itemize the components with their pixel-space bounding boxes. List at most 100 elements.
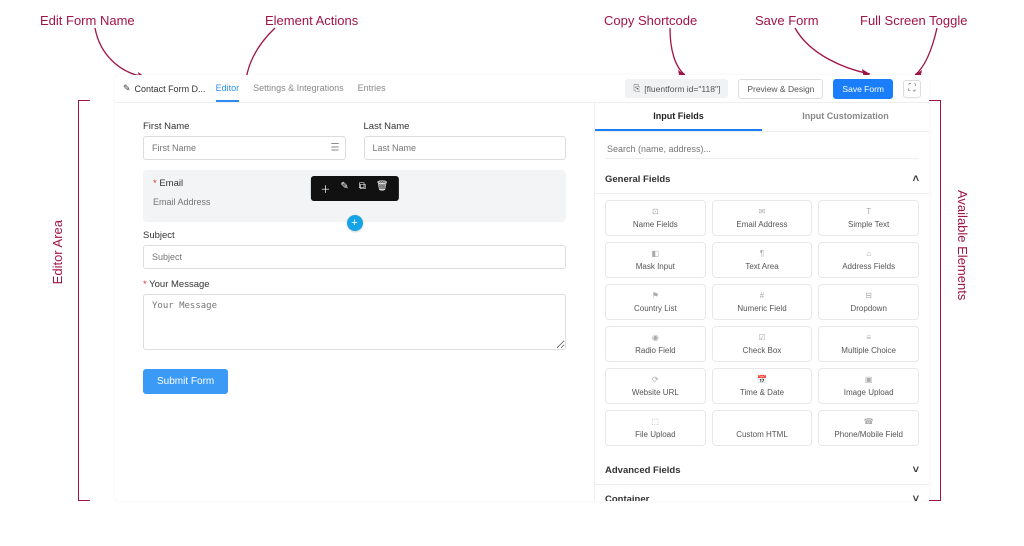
section-label: Advanced Fields (605, 465, 681, 476)
tile-label: Image Upload (821, 388, 916, 397)
topbar: ✎ Contact Form D... Editor Settings & In… (115, 75, 929, 103)
annot-save-form: Save Form (755, 13, 819, 28)
tile-icon: ◧ (608, 249, 703, 259)
field-first-name[interactable]: First Name ☰ (143, 121, 346, 160)
tile-name-fields[interactable]: ⊡Name Fields (605, 200, 706, 236)
annot-copy-shortcode: Copy Shortcode (604, 13, 697, 28)
subject-input[interactable] (143, 245, 566, 269)
tile-icon: ⬚ (608, 417, 703, 427)
message-textarea[interactable] (143, 294, 566, 350)
field-subject[interactable]: Subject (143, 230, 566, 269)
form-name[interactable]: ✎ Contact Form D... (123, 83, 206, 94)
tab-editor[interactable]: Editor (216, 76, 240, 102)
section-container[interactable]: Container ˅ (595, 485, 929, 501)
tile-icon: ☎ (821, 417, 916, 427)
tile-icon: ≡ (821, 333, 916, 343)
tile-dropdown[interactable]: ⊟Dropdown (818, 284, 919, 320)
element-actions-toolbar: ＋ ✎ ⧉ 🗑 (310, 176, 398, 201)
contact-icon: ☰ (331, 143, 340, 154)
tile-icon: ¶ (715, 249, 810, 259)
annot-line (929, 100, 941, 101)
tile-label: Custom HTML (715, 430, 810, 439)
duplicate-icon[interactable]: ⧉ (359, 181, 366, 196)
submit-button[interactable]: Submit Form (143, 369, 228, 394)
sidebar: Input Fields Input Customization General… (594, 103, 929, 501)
annot-line (78, 100, 79, 500)
tile-radio-field[interactable]: ◉Radio Field (605, 326, 706, 362)
fullscreen-toggle[interactable]: ⛶ (903, 80, 921, 98)
tile-label: Mask Input (608, 262, 703, 271)
header-tabs: Editor Settings & Integrations Entries (216, 76, 386, 102)
tile-numeric-field[interactable]: #Numeric Field (712, 284, 813, 320)
add-element-button[interactable]: + (347, 215, 363, 231)
tile-text-area[interactable]: ¶ Text Area (712, 242, 813, 278)
preview-button[interactable]: Preview & Design (738, 79, 823, 99)
annot-line (78, 100, 90, 101)
section-label: Container (605, 494, 649, 502)
tile-file-upload[interactable]: ⬚ File Upload (605, 410, 706, 446)
field-email-selected[interactable]: Email ＋ ✎ ⧉ 🗑 + (143, 170, 566, 222)
save-button[interactable]: Save Form (833, 79, 893, 99)
section-advanced[interactable]: Advanced Fields ˅ (595, 456, 929, 485)
tile-icon: ⊡ (608, 207, 703, 217)
tile-email-address[interactable]: ✉Email Address (712, 200, 813, 236)
tile-check-box[interactable]: ☑ Check Box (712, 326, 813, 362)
sidebar-tab-input-fields[interactable]: Input Fields (595, 103, 762, 131)
field-last-name[interactable]: Last Name (364, 121, 567, 160)
tile-address-fields[interactable]: ⌂ Address Fields (818, 242, 919, 278)
edit-icon[interactable]: ✎ (340, 181, 348, 196)
annot-element-actions: Element Actions (265, 13, 358, 28)
annot-line (78, 500, 90, 501)
tiles-grid: ⊡Name Fields✉Email Address T Simple Text ◧ M… (595, 194, 929, 456)
add-icon[interactable]: ＋ (320, 181, 330, 196)
tile-country-list[interactable]: ⚑Country List (605, 284, 706, 320)
app-window: ✎ Contact Form D... Editor Settings & In… (115, 75, 929, 501)
tile-icon: T (821, 207, 916, 217)
sidebar-tab-customization[interactable]: Input Customization (762, 103, 929, 131)
tile-label: File Upload (608, 430, 703, 439)
tile-icon: ⊟ (821, 291, 916, 301)
tile-simple-text[interactable]: T Simple Text (818, 200, 919, 236)
tile-icon: ⌂ (821, 249, 916, 259)
tile-mask-input[interactable]: ◧ Mask Input (605, 242, 706, 278)
tile-label: Website URL (608, 388, 703, 397)
tab-settings[interactable]: Settings & Integrations (253, 76, 344, 102)
form-name-text: Contact Form D... (135, 84, 206, 94)
tile-label: Simple Text (821, 220, 916, 229)
tile-image-upload[interactable]: ▣ Image Upload (818, 368, 919, 404)
delete-icon[interactable]: 🗑 (376, 181, 389, 196)
tile-label: Check Box (715, 346, 810, 355)
tile-icon (715, 417, 810, 427)
tile-website-url[interactable]: ⟳ Website URL (605, 368, 706, 404)
tile-icon: 📅 (715, 375, 810, 385)
first-name-input[interactable] (143, 136, 346, 160)
tile-phone-mobile-field[interactable]: ☎ Phone/Mobile Field (818, 410, 919, 446)
tile-label: Time & Date (715, 388, 810, 397)
tab-entries[interactable]: Entries (358, 76, 386, 102)
tile-custom-html[interactable]: Custom HTML (712, 410, 813, 446)
shortcode-chip[interactable]: ⎘ [fluentform id="118"] (625, 79, 728, 98)
tile-icon: ▣ (821, 375, 916, 385)
search-input[interactable] (605, 140, 919, 159)
tile-multiple-choice[interactable]: ≡Multiple Choice (818, 326, 919, 362)
section-general[interactable]: General Fields ˄ (595, 165, 929, 194)
tile-label: Text Area (715, 262, 810, 271)
copy-icon: ⎘ (633, 83, 640, 94)
annot-fullscreen: Full Screen Toggle (860, 13, 967, 28)
last-name-input[interactable] (364, 136, 567, 160)
tile-label: Phone/Mobile Field (821, 430, 916, 439)
tile-icon: ⟳ (608, 375, 703, 385)
editor-area[interactable]: First Name ☰ Last Name Email ＋ ✎ ⧉ (115, 103, 594, 501)
label: Last Name (364, 121, 567, 132)
field-message[interactable]: Your Message (143, 279, 566, 353)
chevron-up-icon: ˄ (913, 173, 919, 185)
tile-icon: ☑ (715, 333, 810, 343)
plus-icon: + (351, 217, 357, 229)
tile-label: Radio Field (608, 346, 703, 355)
sidebar-search (605, 140, 919, 159)
tile-label: Address Fields (821, 262, 916, 271)
tile-time-date[interactable]: 📅 Time & Date (712, 368, 813, 404)
tile-label: Numeric Field (715, 304, 810, 313)
label: Subject (143, 230, 566, 241)
annot-line (929, 500, 941, 501)
